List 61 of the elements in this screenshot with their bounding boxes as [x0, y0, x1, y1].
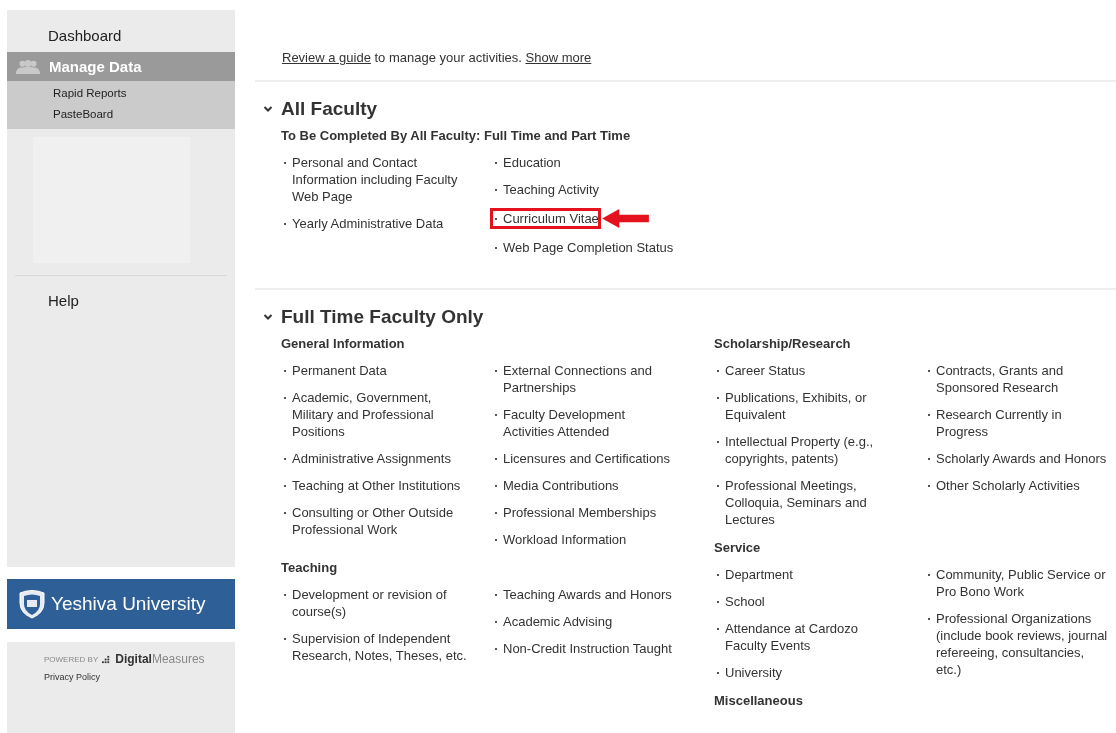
submenu-link[interactable]: Rapid Reports: [53, 83, 235, 104]
university-logo[interactable]: Yeshiva University: [7, 579, 235, 630]
activity-link[interactable]: Professional Organizations (include book reviews, journal refereeing, consultancies, etc.): [925, 610, 1111, 678]
people-icon: [15, 59, 41, 74]
group-heading: Miscellaneous: [714, 693, 804, 708]
activity-link[interactable]: Development or revision of course(s): [281, 586, 467, 620]
activity-link[interactable]: Community, Public Service or Pro Bono Work: [925, 566, 1111, 600]
activity-link[interactable]: Teaching Awards and Honors: [492, 586, 672, 603]
activity-link[interactable]: Administrative Assignments: [281, 450, 451, 467]
guide-link[interactable]: Review a guide: [282, 50, 371, 65]
activity-link[interactable]: Professional Meetings, Colloquia, Seminars and Lectures: [714, 477, 900, 528]
group-heading: To Be Completed By All Faculty: Full Time and Part Time: [281, 128, 632, 143]
group-heading: Service: [714, 540, 762, 555]
arrow-icon: [601, 208, 650, 229]
shield-icon: [17, 589, 47, 620]
activity-link[interactable]: Permanent Data: [281, 362, 387, 379]
group-heading: General Information: [281, 336, 406, 351]
group-heading: Teaching: [281, 560, 339, 575]
brand-name: DigitalMeasures: [115, 652, 205, 667]
show-more-link[interactable]: Show more: [525, 50, 592, 65]
activity-link[interactable]: Scholarly Awards and Honors: [925, 450, 1107, 467]
activity-link[interactable]: Department: [714, 566, 793, 583]
activity-link[interactable]: Personal and Contact Information including Faculty Web Page: [281, 154, 467, 205]
activity-link[interactable]: Academic, Government, Military and Professional Positions: [281, 389, 467, 440]
activity-link[interactable]: Teaching Activity: [492, 181, 600, 198]
group-heading: Scholarship/Research: [714, 336, 852, 351]
activity-link[interactable]: Contracts, Grants and Sponsored Research: [925, 362, 1111, 396]
help-link[interactable]: Help: [7, 276, 235, 309]
section-title: All Faculty: [281, 98, 378, 120]
activity-link[interactable]: Attendance at Cardozo Faculty Events: [714, 620, 900, 654]
activity-link[interactable]: Publications, Exhibits, or Equivalent: [714, 389, 900, 423]
activity-link[interactable]: Yearly Administrative Data: [281, 215, 444, 232]
activity-link[interactable]: Workload Information: [492, 531, 627, 548]
activity-link[interactable]: Career Status: [714, 362, 806, 379]
activity-link[interactable]: External Connections and Partnerships: [492, 362, 678, 396]
activity-link[interactable]: Academic Advising: [492, 613, 613, 630]
intro-text: to manage your activities.: [373, 50, 523, 65]
activity-link[interactable]: School: [714, 593, 765, 610]
activity-link[interactable]: Other Scholarly Activities: [925, 477, 1080, 494]
chevron-icon[interactable]: [263, 312, 273, 322]
activity-link[interactable]: Non-Credit Instruction Taught: [492, 640, 672, 657]
activity-link[interactable]: Supervision of Independent Research, Notes, Theses, etc.: [281, 630, 467, 664]
chevron-icon[interactable]: [263, 104, 273, 114]
powered-by-label: POWERED BY: [44, 654, 99, 664]
activity-link[interactable]: Education: [492, 154, 561, 171]
activity-link[interactable]: Teaching at Other Institutions: [281, 477, 461, 494]
nav-item[interactable]: Dashboard: [7, 10, 235, 52]
dots-icon: [102, 654, 112, 664]
activity-link[interactable]: University: [714, 664, 783, 681]
activity-link[interactable]: Research Currently in Progress: [925, 406, 1111, 440]
section-title: Full Time Faculty Only: [281, 306, 484, 328]
activity-link[interactable]: Curriculum Vitae: [492, 210, 599, 227]
activity-link[interactable]: Consulting or Other Outside Professional Work: [281, 504, 467, 538]
activity-link[interactable]: Media Contributions: [492, 477, 619, 494]
privacy-link[interactable]: Privacy Policy: [44, 672, 235, 683]
activity-link[interactable]: Professional Memberships: [492, 504, 657, 521]
activity-link[interactable]: Intellectual Property (e.g., copyrights, patents): [714, 433, 900, 467]
submenu-link[interactable]: PasteBoard: [53, 104, 235, 125]
activity-link[interactable]: Web Page Completion Status: [492, 239, 674, 256]
activity-link[interactable]: Faculty Development Activities Attended: [492, 406, 678, 440]
activity-link[interactable]: Licensures and Certifications: [492, 450, 670, 467]
